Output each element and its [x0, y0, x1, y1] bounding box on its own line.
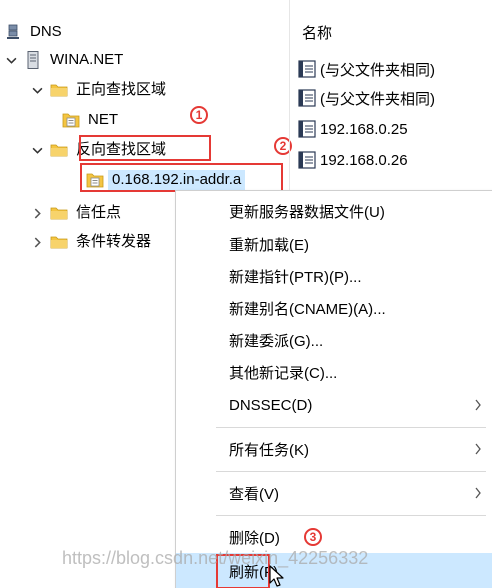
tree-item-trust-points[interactable]: 信任点 [30, 200, 121, 226]
list-item[interactable]: 192.168.0.26 [298, 148, 408, 172]
menu-item-dnssec[interactable]: DNSSEC(D) [176, 389, 492, 421]
list-item[interactable]: 192.168.0.25 [298, 117, 408, 141]
chevron-down-icon[interactable] [30, 83, 44, 97]
tree-label-forward-zones: 正向查找区域 [76, 81, 167, 98]
menu-item-view[interactable]: 查看(V) [176, 477, 492, 509]
menu-item-label: 所有任务(K) [229, 441, 309, 459]
tree-item-forward-zones[interactable]: 正向查找区域 [30, 77, 166, 103]
dns-server-icon [4, 24, 22, 40]
menu-item-label: DNSSEC(D) [229, 396, 313, 414]
menu-separator [216, 515, 486, 516]
annotation-badge-3: 3 [304, 528, 322, 546]
list-item[interactable]: (与父文件夹相同) [298, 57, 435, 81]
dns-manager-window: DNS WINA.NET 正向查找区域 NET 反向查找区域 0.168.192… [0, 0, 492, 588]
record-icon [298, 120, 316, 138]
chevron-right-icon[interactable] [30, 235, 44, 249]
folder-icon [50, 205, 68, 221]
menu-item-label: 重新加载(E) [229, 236, 309, 254]
annotation-badge-1: 1 [190, 106, 208, 124]
annotation-box-reverse-zones [79, 135, 211, 161]
tree-label-trust-points: 信任点 [76, 204, 122, 221]
annotation-box-selected-zone [80, 163, 283, 192]
column-header-name[interactable]: 名称 [302, 22, 332, 43]
tree-item-zone-net[interactable]: NET [62, 107, 118, 133]
menu-separator [216, 471, 486, 472]
chevron-down-icon[interactable] [4, 53, 18, 67]
menu-item-all-tasks[interactable]: 所有任务(K) [176, 433, 492, 465]
menu-item-new-ptr[interactable]: 新建指针(PTR)(P)... [176, 260, 492, 292]
folder-icon [50, 142, 68, 158]
chevron-right-icon[interactable] [30, 206, 44, 220]
chevron-right-icon [475, 487, 481, 499]
zone-icon [62, 112, 80, 128]
menu-item-label: 查看(V) [229, 485, 279, 503]
folder-icon [50, 82, 68, 98]
record-icon [298, 60, 316, 78]
tree-label-conditional-forwarders: 条件转发器 [76, 233, 152, 250]
menu-item-delete[interactable]: 删除(D) [176, 521, 492, 553]
chevron-down-icon[interactable] [30, 143, 44, 157]
list-item-label: (与父文件夹相同) [320, 61, 435, 79]
menu-item-new-cname[interactable]: 新建别名(CNAME)(A)... [176, 292, 492, 324]
tree-item-dns[interactable]: DNS [4, 19, 62, 45]
record-icon [298, 151, 316, 169]
annotation-box-refresh [216, 554, 270, 588]
context-menu: 更新服务器数据文件(U) 重新加载(E) 新建指针(PTR)(P)... 新建别… [175, 190, 492, 588]
chevron-right-icon [475, 399, 481, 411]
menu-item-label: 新建委派(G)... [229, 332, 324, 350]
list-item[interactable]: (与父文件夹相同) [298, 86, 435, 110]
chevron-right-icon [475, 443, 481, 455]
tree-label-server: WINA.NET [50, 51, 124, 68]
list-item-label: 192.168.0.26 [320, 151, 408, 169]
menu-item-label: 其他新记录(C)... [229, 364, 338, 382]
menu-item-label: 新建别名(CNAME)(A)... [229, 300, 386, 318]
record-icon [298, 89, 316, 107]
tree-label-dns: DNS [30, 23, 62, 40]
folder-icon [50, 234, 68, 250]
tree-item-server[interactable]: WINA.NET [4, 47, 123, 73]
menu-item-label: 更新服务器数据文件(U) [229, 203, 385, 221]
menu-item-new-delegation[interactable]: 新建委派(G)... [176, 324, 492, 356]
mouse-pointer-icon [269, 565, 284, 587]
list-item-label: (与父文件夹相同) [320, 90, 435, 108]
menu-item-label: 新建指针(PTR)(P)... [229, 268, 362, 286]
tree-item-conditional-forwarders[interactable]: 条件转发器 [30, 229, 151, 255]
server-icon [24, 51, 42, 69]
menu-item-label: 删除(D) [229, 529, 280, 547]
list-item-label: 192.168.0.25 [320, 120, 408, 138]
menu-separator [216, 427, 486, 428]
menu-item-other-new-records[interactable]: 其他新记录(C)... [176, 356, 492, 388]
tree-label-zone-net: NET [88, 111, 118, 128]
menu-item-update-server-data-file[interactable]: 更新服务器数据文件(U) [176, 195, 492, 227]
menu-item-reload[interactable]: 重新加载(E) [176, 228, 492, 260]
